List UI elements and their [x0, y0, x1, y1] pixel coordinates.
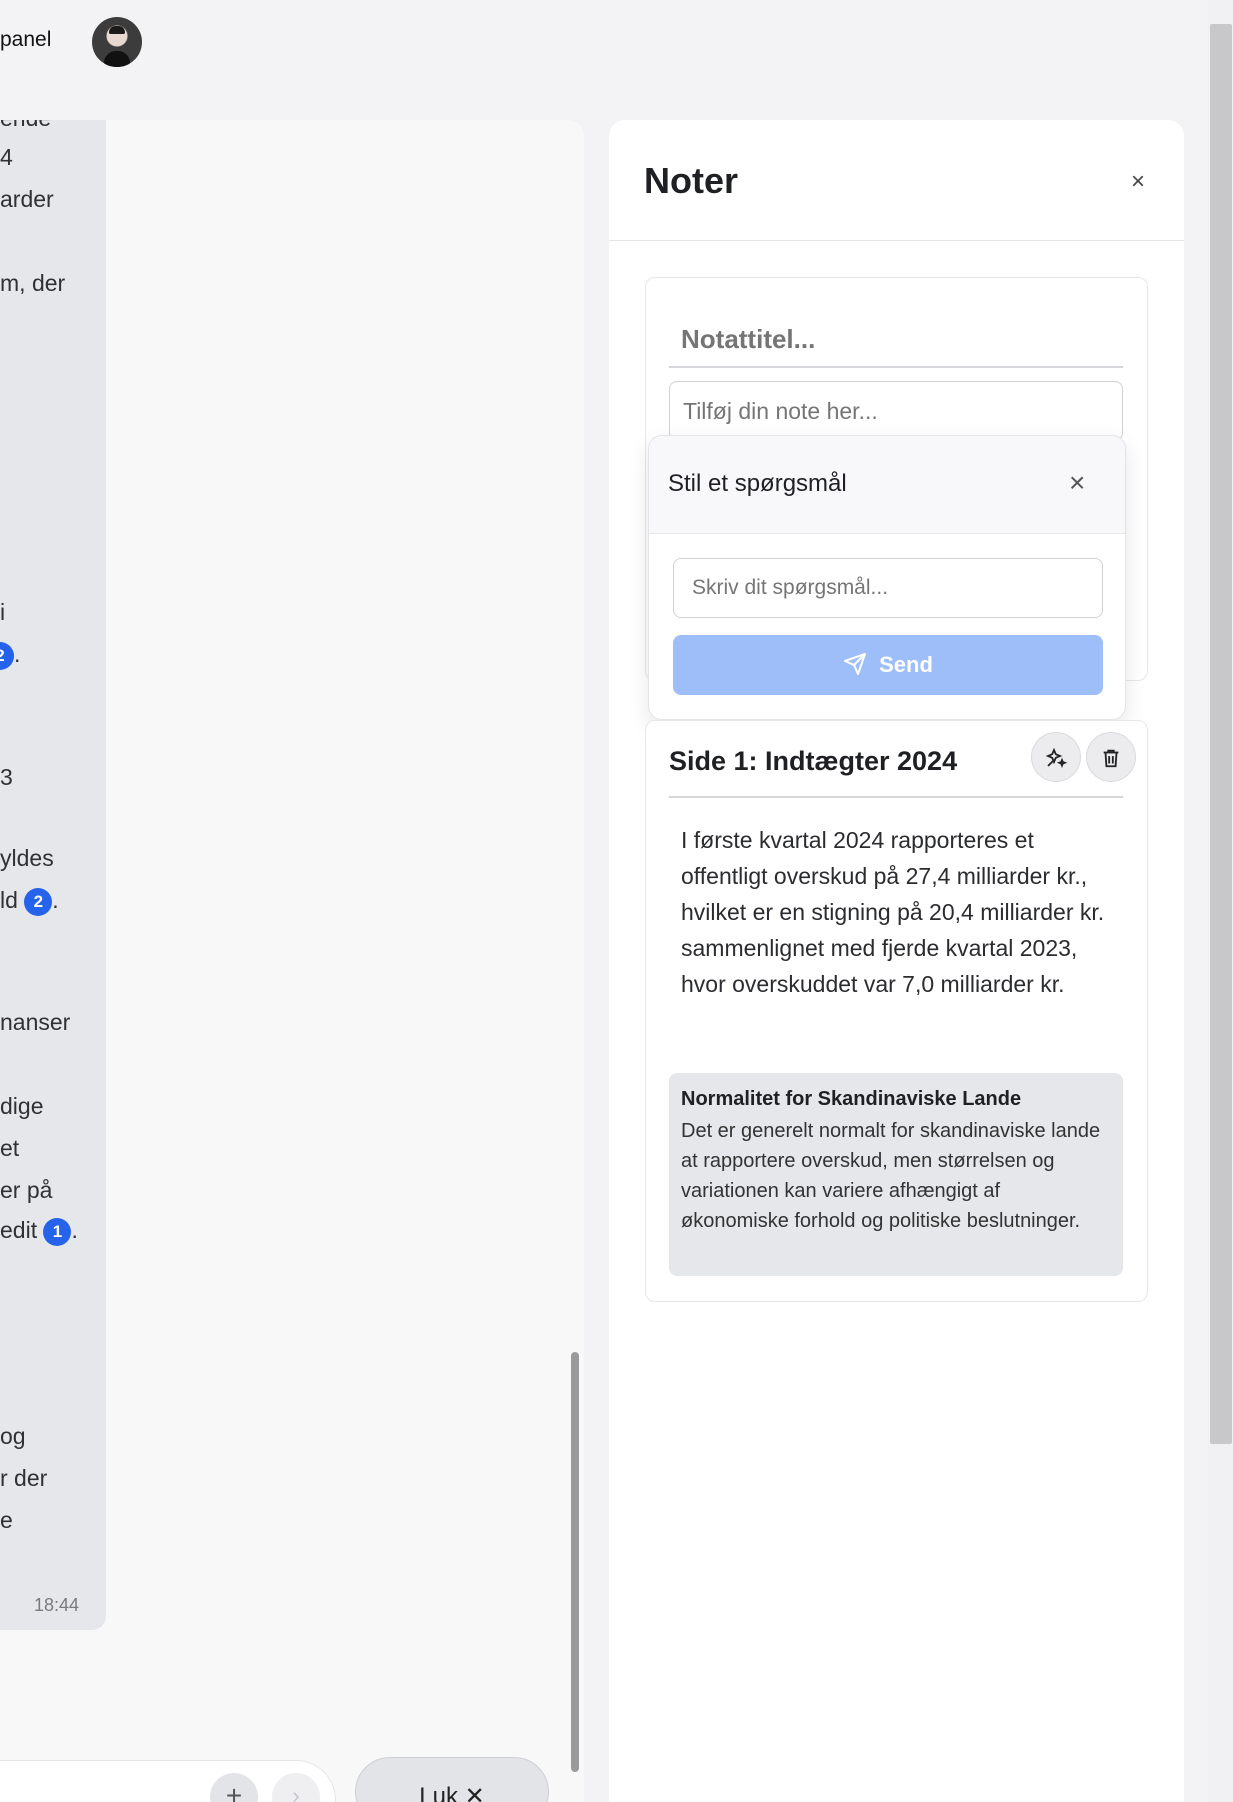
note-card-title: Side 1: Indtægter 2024	[669, 746, 958, 776]
message-line: i	[0, 599, 6, 625]
note-body-input[interactable]	[669, 381, 1123, 441]
ask-question-popup: Stil et spørgsmål × Send	[648, 435, 1126, 720]
ai-answer-title: Normalitet for Skandinaviske Lande	[681, 1088, 1022, 1110]
app-page: panel ende 4 arder m, der i 2. 3 yldes l…	[0, 0, 1233, 1802]
question-input[interactable]	[673, 558, 1103, 618]
citation-badge[interactable]: 2	[24, 887, 53, 916]
message-line: og	[0, 1423, 26, 1449]
close-icon[interactable]: ×	[1069, 467, 1085, 499]
assistant-message: ende 4 arder m, der i 2. 3 yldes ld 2. n…	[0, 120, 106, 1630]
header-title: panel	[0, 28, 52, 51]
close-icon[interactable]: ×	[1131, 168, 1145, 196]
user-avatar[interactable]	[92, 17, 142, 67]
popup-header: Stil et spørgsmål ×	[649, 436, 1125, 534]
chat-scrollbar-thumb[interactable]	[571, 1352, 579, 1772]
message-line: e	[0, 1507, 13, 1533]
trash-icon[interactable]	[1086, 732, 1136, 782]
message-line: edit 1.	[0, 1216, 78, 1246]
divider	[669, 796, 1123, 798]
send-icon	[844, 653, 867, 675]
citation-badge[interactable]: 2	[0, 641, 14, 670]
message-timestamp: 18:44	[34, 1595, 80, 1615]
message-line: arder	[0, 186, 54, 212]
send-button[interactable]: Send	[673, 635, 1103, 695]
ai-answer-text: Det er generelt normalt for skandinavisk…	[681, 1120, 1101, 1232]
message-line: er på	[0, 1177, 53, 1203]
send-label: Send	[879, 652, 933, 677]
message-line: dige	[0, 1093, 44, 1119]
message-line: r der	[0, 1465, 48, 1491]
message-line: 2.	[0, 640, 20, 670]
note-card-text: I første kvartal 2024 rapporteres et off…	[681, 827, 1105, 997]
message-line: ende	[0, 120, 51, 132]
sparkles-icon[interactable]	[1031, 732, 1081, 782]
message-line: m, der	[0, 270, 66, 296]
message-line: yldes	[0, 845, 54, 871]
chat-area: ende 4 arder m, der i 2. 3 yldes ld 2. n…	[0, 120, 584, 1802]
message-line: 4	[0, 144, 13, 170]
message-line: 3	[0, 764, 13, 790]
message-line: ld 2.	[0, 886, 59, 916]
note-title-input[interactable]	[669, 312, 1123, 368]
notes-header: Noter ×	[609, 120, 1184, 241]
message-line: nanser	[0, 1009, 71, 1035]
notes-title: Noter	[644, 160, 739, 201]
citation-badge[interactable]: 1	[43, 1217, 72, 1246]
page-scrollbar-thumb[interactable]	[1210, 24, 1232, 1444]
message-line: et	[0, 1135, 20, 1161]
popup-title: Stil et spørgsmål	[668, 470, 847, 497]
close-chat-button[interactable]: Luk ✕	[355, 1757, 549, 1802]
